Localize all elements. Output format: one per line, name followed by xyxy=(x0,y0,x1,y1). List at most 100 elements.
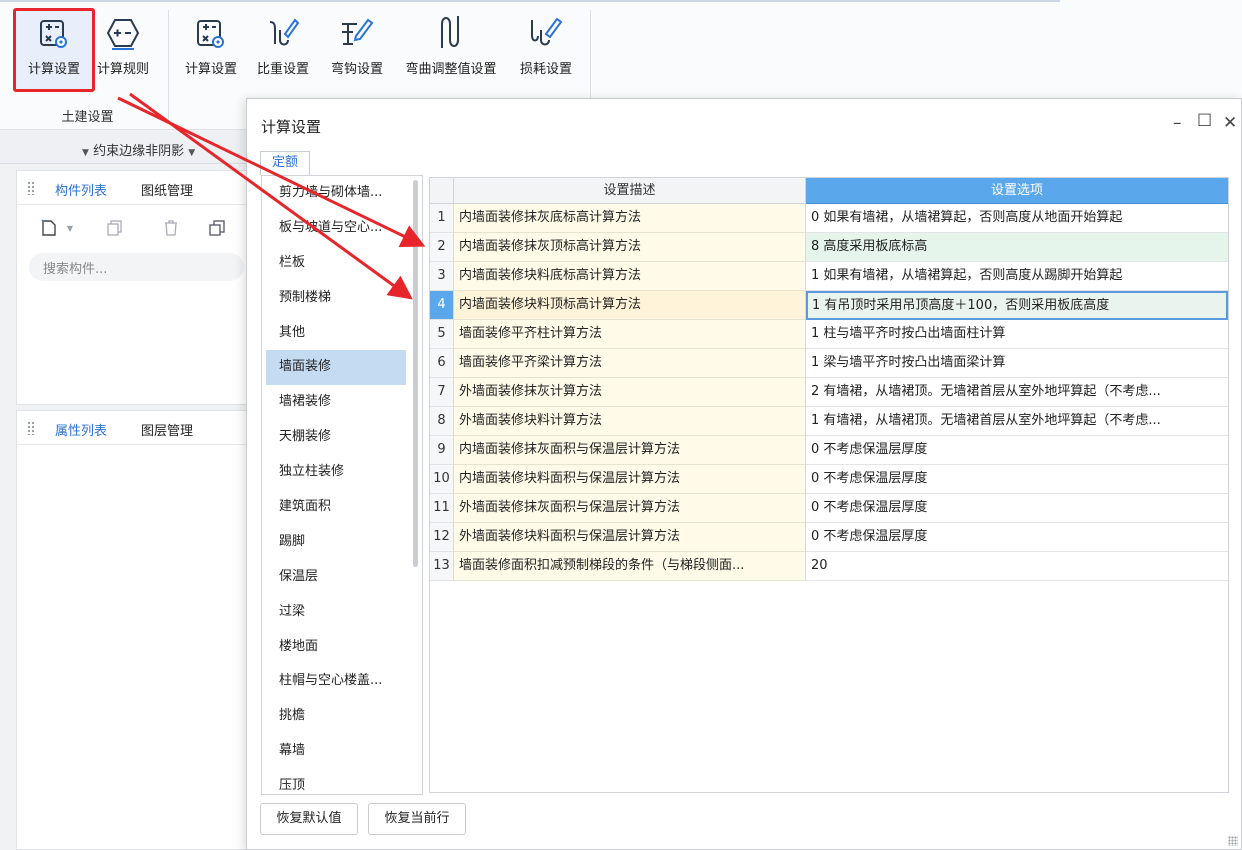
table-row[interactable]: 13 墙面装修面积扣减预制梯段的条件（与梯段侧面... 20 xyxy=(430,552,1228,581)
row-description: 外墙面装修块料面积与保温层计算方法 xyxy=(454,523,806,552)
category-item[interactable]: 柱帽与空心楼盖... xyxy=(262,664,402,699)
search-component-input[interactable]: 搜索构件... xyxy=(29,253,244,281)
category-item[interactable]: 保温层 xyxy=(262,560,402,595)
ribbon-button-label: 弯曲调整值设置 xyxy=(405,62,497,77)
resize-grip-icon[interactable] xyxy=(1228,836,1238,846)
ribbon-calc-settings-2-button[interactable]: 计算设置 xyxy=(178,8,244,77)
chevron-down-icon: ▼ xyxy=(82,148,89,158)
row-number: 6 xyxy=(430,349,454,378)
category-item[interactable]: 建筑面积 xyxy=(262,490,402,525)
row-option[interactable]: 8 高度采用板底标高 xyxy=(806,233,1228,262)
drag-grip-icon[interactable] xyxy=(27,181,35,195)
table-row[interactable]: 12 外墙面装修块料面积与保温层计算方法 0 不考虑保温层厚度 xyxy=(430,523,1228,552)
new-component-icon[interactable] xyxy=(35,215,63,241)
category-item[interactable]: 天棚装修 xyxy=(262,420,402,455)
chevron-down-icon[interactable]: ▼ xyxy=(63,215,77,241)
row-number: 12 xyxy=(430,523,454,552)
row-number: 11 xyxy=(430,494,454,523)
category-item[interactable]: 过梁 xyxy=(262,595,402,630)
category-item[interactable]: 幕墙 xyxy=(262,734,402,769)
ribbon-button-label: 计算规则 xyxy=(96,62,149,77)
property-panel: 属性列表 图层管理 xyxy=(16,410,250,850)
row-option[interactable]: 1 有吊顶时采用吊顶高度＋100，否则采用板底高度 xyxy=(806,291,1228,320)
category-item[interactable]: 墙裙装修 xyxy=(262,385,402,420)
table-row[interactable]: 3 内墙面装修块料底标高计算方法 1 如果有墙裙，从墙裙算起，否则高度从踢脚开始… xyxy=(430,262,1228,291)
property-strip: ▼ 约束边缘非阴影 ▼ xyxy=(0,131,250,164)
ribbon-button-label: 比重设置 xyxy=(256,62,309,77)
table-row[interactable]: 6 墙面装修平齐梁计算方法 1 梁与墙平齐时按凸出墙面梁计算 xyxy=(430,349,1228,378)
tab-quota[interactable]: 定额 xyxy=(260,151,310,175)
row-option[interactable]: 1 柱与墙平齐时按凸出墙面柱计算 xyxy=(806,320,1228,349)
ribbon-calc-rules-button[interactable]: 计算规则 xyxy=(92,8,154,77)
category-item[interactable]: 其他 xyxy=(262,316,402,351)
category-item-selected[interactable]: 墙面装修 xyxy=(266,350,406,386)
row-option[interactable]: 0 如果有墙裙，从墙裙算起，否则高度从地面开始算起 xyxy=(806,204,1228,233)
ribbon-loss-settings-button[interactable]: 损耗设置 xyxy=(512,8,580,77)
row-number: 1 xyxy=(430,204,454,233)
dropdown-label: 约束边缘非阴影 xyxy=(93,144,185,159)
row-description: 墙面装修平齐梁计算方法 xyxy=(454,349,806,378)
category-item[interactable]: 剪力墙与砌体墙... xyxy=(262,176,402,211)
tab-component-list[interactable]: 构件列表 xyxy=(55,180,107,199)
delete-icon[interactable] xyxy=(157,215,185,241)
ribbon-weight-settings-button[interactable]: 比重设置 xyxy=(250,8,316,77)
tab-layer-management[interactable]: 图层管理 xyxy=(141,420,193,439)
table-row[interactable]: 11 外墙面装修抹灰面积与保温层计算方法 0 不考虑保温层厚度 xyxy=(430,494,1228,523)
restore-row-button[interactable]: 恢复当前行 xyxy=(368,803,466,835)
category-item[interactable]: 板与坡道与空心... xyxy=(262,211,402,246)
row-description: 墙面装修平齐柱计算方法 xyxy=(454,320,806,349)
ribbon-hook-settings-button[interactable]: 弯钩设置 xyxy=(324,8,390,77)
tab-drawing-management[interactable]: 图纸管理 xyxy=(141,180,193,199)
constraint-edge-dropdown[interactable]: ▼ 约束边缘非阴影 ▼ xyxy=(82,140,195,159)
category-item[interactable]: 楼地面 xyxy=(262,630,402,665)
maximize-icon[interactable]: ☐ xyxy=(1197,111,1212,131)
row-option[interactable]: 1 有墙裙，从墙裙顶。无墙裙首层从室外地坪算起（不考虑... xyxy=(806,407,1228,436)
row-number: 5 xyxy=(430,320,454,349)
tab-property-list[interactable]: 属性列表 xyxy=(55,420,107,439)
category-item[interactable]: 踢脚 xyxy=(262,525,402,560)
table-row-current[interactable]: 4 内墙面装修块料顶标高计算方法 1 有吊顶时采用吊顶高度＋100，否则采用板底… xyxy=(430,291,1228,320)
table-row[interactable]: 7 外墙面装修抹灰计算方法 2 有墙裙，从墙裙顶。无墙裙首层从室外地坪算起（不考… xyxy=(430,378,1228,407)
ribbon-bend-adjust-button[interactable]: 弯曲调整值设置 xyxy=(396,8,506,77)
restore-default-button[interactable]: 恢复默认值 xyxy=(260,803,358,835)
copy-icon[interactable] xyxy=(101,215,129,241)
close-icon[interactable]: ✕ xyxy=(1223,113,1237,133)
grid-corner xyxy=(430,178,454,204)
table-row[interactable]: 10 内墙面装修块料面积与保温层计算方法 0 不考虑保温层厚度 xyxy=(430,465,1228,494)
row-option[interactable]: 20 xyxy=(806,552,1228,581)
table-row[interactable]: 5 墙面装修平齐柱计算方法 1 柱与墙平齐时按凸出墙面柱计算 xyxy=(430,320,1228,349)
row-option[interactable]: 1 如果有墙裙，从墙裙算起，否则高度从踢脚开始算起 xyxy=(806,262,1228,291)
row-number: 7 xyxy=(430,378,454,407)
category-item[interactable]: 独立柱装修 xyxy=(262,455,402,490)
table-row[interactable]: 2 内墙面装修抹灰顶标高计算方法 8 高度采用板底标高 xyxy=(430,233,1228,262)
row-description: 外墙面装修抹灰面积与保温层计算方法 xyxy=(454,494,806,523)
drag-grip-icon[interactable] xyxy=(27,421,35,435)
property-panel-tabs: 属性列表 图层管理 xyxy=(17,411,249,445)
header-description: 设置描述 xyxy=(454,178,806,204)
category-item[interactable]: 挑檐 xyxy=(262,699,402,734)
category-item[interactable]: 栏板 xyxy=(262,246,402,281)
component-panel: 构件列表 图纸管理 ▼ 搜索构件... xyxy=(16,170,250,405)
duplicate-icon[interactable] xyxy=(203,215,231,241)
row-option[interactable]: 0 不考虑保温层厚度 xyxy=(806,465,1228,494)
row-option[interactable]: 1 梁与墙平齐时按凸出墙面梁计算 xyxy=(806,349,1228,378)
settings-grid: 设置描述 设置选项 1 内墙面装修抹灰底标高计算方法 0 如果有墙裙，从墙裙算起… xyxy=(429,177,1229,793)
minimize-icon[interactable]: – xyxy=(1173,113,1182,133)
category-scrollbar[interactable] xyxy=(413,180,418,567)
calc-settings-dialog: 计算设置 – ☐ ✕ 定额 剪力墙与砌体墙... 板与坡道与空心... 栏板 预… xyxy=(246,98,1242,850)
row-number: 2 xyxy=(430,233,454,262)
ribbon-group-label: 土建设置 xyxy=(61,110,114,125)
table-row[interactable]: 1 内墙面装修抹灰底标高计算方法 0 如果有墙裙，从墙裙算起，否则高度从地面开始… xyxy=(430,204,1228,233)
category-item[interactable]: 压顶 xyxy=(262,769,402,794)
category-item[interactable]: 预制楼梯 xyxy=(262,281,402,316)
row-option[interactable]: 0 不考虑保温层厚度 xyxy=(806,523,1228,552)
row-description: 内墙面装修块料顶标高计算方法 xyxy=(454,291,806,320)
row-option[interactable]: 0 不考虑保温层厚度 xyxy=(806,494,1228,523)
chevron-down-icon: ▼ xyxy=(188,148,196,158)
table-row[interactable]: 9 内墙面装修抹灰面积与保温层计算方法 0 不考虑保温层厚度 xyxy=(430,436,1228,465)
row-option[interactable]: 2 有墙裙，从墙裙顶。无墙裙首层从室外地坪算起（不考虑... xyxy=(806,378,1228,407)
row-option[interactable]: 0 不考虑保温层厚度 xyxy=(806,436,1228,465)
row-number: 8 xyxy=(430,407,454,436)
ribbon-calc-settings-button[interactable]: 计算设置 xyxy=(18,8,90,77)
table-row[interactable]: 8 外墙面装修块料计算方法 1 有墙裙，从墙裙顶。无墙裙首层从室外地坪算起（不考… xyxy=(430,407,1228,436)
